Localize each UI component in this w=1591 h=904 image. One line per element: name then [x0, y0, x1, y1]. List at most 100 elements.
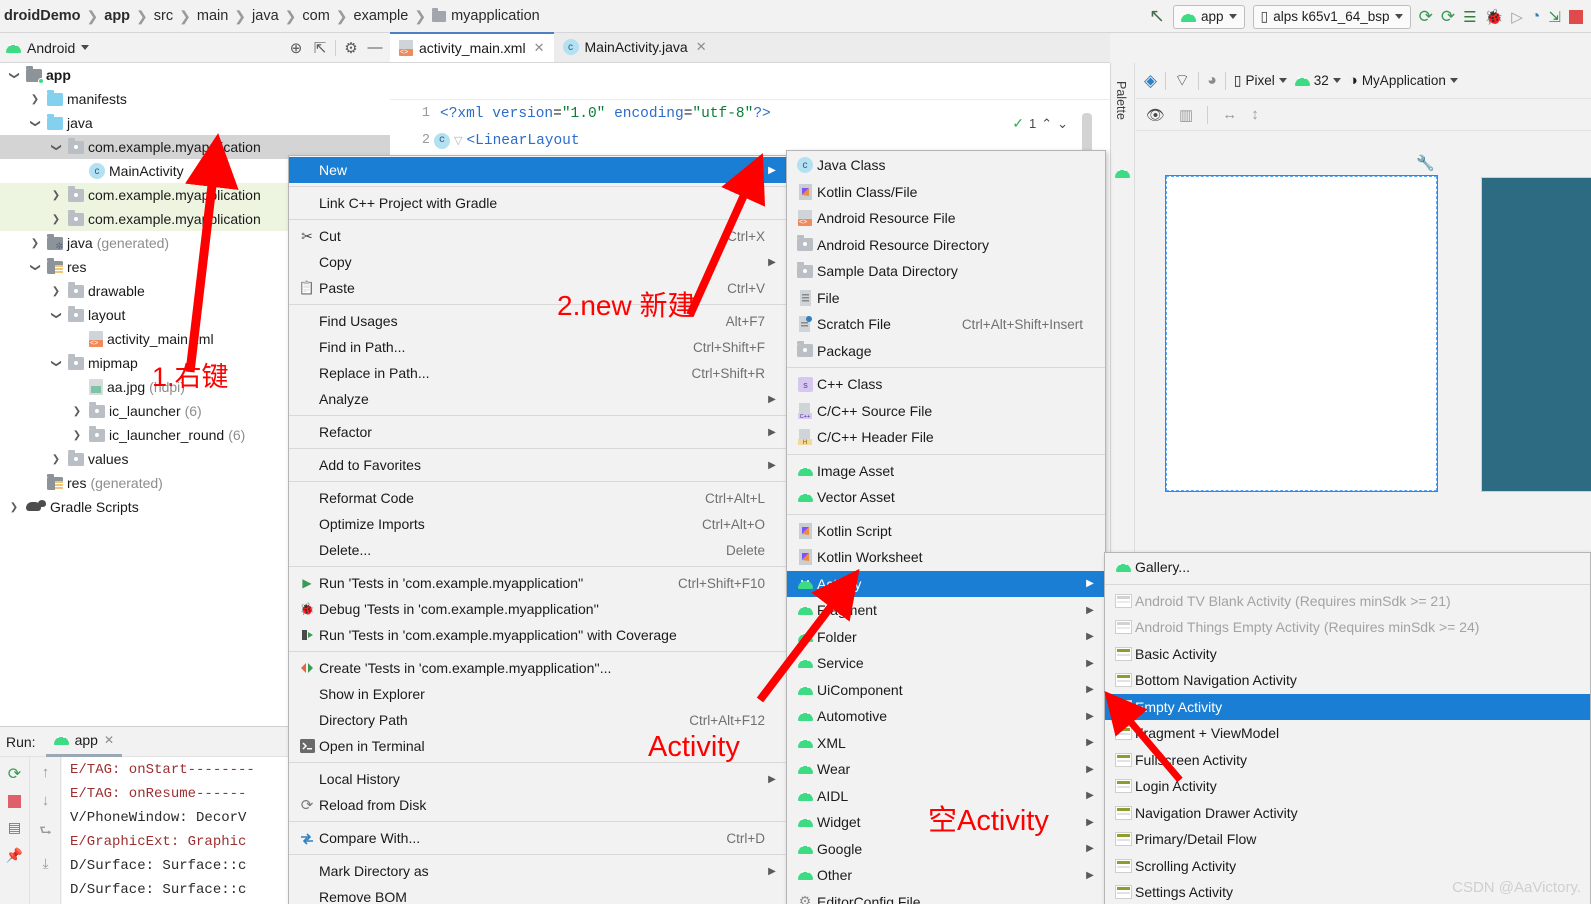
device-selector[interactable]: ▯ alps k65v1_64_bsp	[1252, 4, 1411, 29]
twisty-right-icon[interactable]	[48, 454, 64, 465]
twisty-down-icon[interactable]	[48, 358, 64, 369]
menu-item-kotlin-worksheet[interactable]: Kotlin Worksheet	[787, 544, 1105, 571]
close-icon[interactable]: ✕	[696, 39, 707, 55]
menu-item-c-c-header-file[interactable]: H C/C++ Header File	[787, 424, 1105, 451]
breadcrumb-item-example[interactable]: example	[354, 8, 409, 24]
menu-item-create-tests-in-com-example-myapplicatio[interactable]: Create 'Tests in 'com.example.myapplicat…	[289, 655, 787, 681]
twisty-right-icon[interactable]	[27, 238, 43, 249]
stop-icon[interactable]	[8, 795, 21, 808]
breadcrumb-item-app[interactable]: app	[104, 8, 130, 24]
menu-item-find-usages[interactable]: Find Usages Alt+F7	[289, 308, 787, 334]
apply-changes-icon[interactable]: ☰	[1463, 8, 1476, 26]
up-icon[interactable]: ↑	[42, 764, 50, 781]
menu-item-cut[interactable]: ✂ Cut Ctrl+X	[289, 223, 787, 249]
menu-item-replace-in-path[interactable]: Replace in Path... Ctrl+Shift+R	[289, 360, 787, 386]
stop-icon[interactable]	[1569, 9, 1583, 24]
menu-item-scrolling-activity[interactable]: Scrolling Activity	[1105, 853, 1590, 880]
menu-item-open-in-terminal[interactable]: Open in Terminal	[289, 733, 787, 759]
menu-item-local-history[interactable]: Local History ▶	[289, 766, 787, 792]
twisty-right-icon[interactable]	[27, 94, 43, 105]
menu-item-fullscreen-activity[interactable]: Fullscreen Activity	[1105, 747, 1590, 774]
menu-item-reload-from-disk[interactable]: ⟳ Reload from Disk	[289, 792, 787, 818]
twisty-right-icon[interactable]	[69, 406, 85, 417]
menu-item-service[interactable]: Service ▶	[787, 650, 1105, 677]
menu-item-mark-directory-as[interactable]: Mark Directory as ▶	[289, 858, 787, 884]
menu-item-run-tests-in-com-example-myapplication-w[interactable]: Run 'Tests in 'com.example.myapplication…	[289, 622, 787, 648]
wrench-icon[interactable]: 🔧	[1416, 154, 1435, 172]
menu-item-uicomponent[interactable]: UiComponent ▶	[787, 677, 1105, 704]
menu-item-java-class[interactable]: c Java Class	[787, 152, 1105, 179]
scroll-to-end-icon[interactable]: ⤓	[42, 855, 48, 872]
menu-item-delete[interactable]: Delete... Delete	[289, 537, 787, 563]
device-render-surface[interactable]	[1165, 175, 1438, 492]
close-icon[interactable]: ✕	[104, 733, 114, 747]
menu-item-compare-with[interactable]: Compare With... Ctrl+D	[289, 825, 787, 851]
breadcrumb-item-com[interactable]: com	[302, 8, 329, 24]
twisty-down-icon[interactable]	[48, 310, 64, 321]
menu-item-basic-activity[interactable]: Basic Activity	[1105, 641, 1590, 668]
menu-item-package[interactable]: Package	[787, 338, 1105, 365]
menu-item-link-c-project-with-gradle[interactable]: Link C++ Project with Gradle	[289, 190, 787, 216]
breadcrumb-item-src[interactable]: src	[154, 8, 173, 24]
twisty-right-icon[interactable]	[48, 214, 64, 225]
menu-item-kotlin-class-file[interactable]: Kotlin Class/File	[787, 179, 1105, 206]
menu-item-activity[interactable]: Activity ▶	[787, 570, 1105, 597]
menu-item-google[interactable]: Google ▶	[787, 836, 1105, 863]
menu-item-wear[interactable]: Wear ▶	[787, 756, 1105, 783]
twisty-right-icon[interactable]	[48, 286, 64, 297]
run-device-icon[interactable]: ⇲	[1548, 8, 1561, 26]
api-level-dropdown[interactable]: 32	[1294, 73, 1341, 88]
collapse-all-icon[interactable]: ⇱	[311, 39, 329, 57]
orientation-icon[interactable]: ⌔	[1174, 70, 1190, 91]
arrow-up-left-icon[interactable]: ↖	[1149, 7, 1165, 26]
chevron-down-icon[interactable]: ⌄	[1057, 116, 1068, 132]
menu-item-android-resource-directory[interactable]: Android Resource Directory	[787, 232, 1105, 259]
menu-item-remove-bom[interactable]: Remove BOM	[289, 884, 787, 904]
pin-icon[interactable]: 📌	[6, 847, 23, 864]
menu-item-folder[interactable]: Folder ▶	[787, 624, 1105, 651]
context-menu[interactable]: New ▶ Link C++ Project with Gradle ✂ Cut Ctrl…	[288, 155, 788, 904]
theme-preview-icon[interactable]: ◕	[1207, 72, 1217, 90]
menu-item-gallery[interactable]: Gallery...	[1105, 554, 1590, 581]
menu-item-editorconfig-file[interactable]: ⚙ EditorConfig File	[787, 889, 1105, 904]
menu-item-copy[interactable]: Copy ▶	[289, 249, 787, 275]
menu-item-fragment-viewmodel[interactable]: Fragment + ViewModel	[1105, 720, 1590, 747]
menu-item-file[interactable]: File	[787, 285, 1105, 312]
fold-handle-icon[interactable]: ▽	[450, 134, 466, 148]
menu-item-reformat-code[interactable]: Reformat Code Ctrl+Alt+L	[289, 485, 787, 511]
menu-item-c-c-source-file[interactable]: C++ C/C++ Source File	[787, 398, 1105, 425]
rerun-icon[interactable]: ⟳	[8, 764, 21, 784]
locate-icon[interactable]: ⊕	[287, 39, 305, 57]
down-icon[interactable]: ↓	[42, 792, 50, 809]
theme-dropdown[interactable]: ◑ MyApplication	[1349, 72, 1458, 89]
menu-item-directory-path[interactable]: Directory Path Ctrl+Alt+F12	[289, 707, 787, 733]
inspection-status-widget[interactable]: ✓ 1 ⌃ ⌄	[1012, 115, 1068, 132]
menu-item-paste[interactable]: 📋 Paste Ctrl+V	[289, 275, 787, 301]
menu-item-add-to-favorites[interactable]: Add to Favorites ▶	[289, 452, 787, 478]
debug-icon[interactable]: 🐞	[1485, 8, 1504, 26]
layout-icon[interactable]: ▤	[8, 819, 21, 836]
tab-mainactivity-java[interactable]: c MainActivity.java ✕	[554, 32, 716, 62]
breadcrumb-item-java[interactable]: java	[252, 8, 279, 24]
twisty-right-icon[interactable]	[69, 430, 85, 441]
activity-submenu[interactable]: Gallery... Android TV Blank Activity (Req…	[1104, 552, 1591, 904]
twisty-down-icon[interactable]	[6, 70, 22, 81]
menu-item-vector-asset[interactable]: Vector Asset	[787, 484, 1105, 511]
menu-item-xml[interactable]: XML ▶	[787, 730, 1105, 757]
java-class-gutter-icon[interactable]: c	[434, 132, 450, 149]
module-selector[interactable]: app	[1172, 4, 1245, 29]
run-tab-app[interactable]: app ✕	[45, 727, 122, 757]
run-icon[interactable]: ⟳	[1419, 7, 1433, 27]
twisty-down-icon[interactable]	[27, 262, 43, 273]
twisty-down-icon[interactable]	[27, 118, 43, 129]
twisty-down-icon[interactable]	[48, 142, 64, 153]
menu-item-scratch-file[interactable]: Scratch File Ctrl+Alt+Shift+Insert	[787, 311, 1105, 338]
menu-item-aidl[interactable]: AIDL ▶	[787, 783, 1105, 810]
menu-item-c-class[interactable]: s C++ Class	[787, 371, 1105, 398]
attach-debugger-icon[interactable]: ▷	[1511, 8, 1523, 26]
menu-item-android-resource-file[interactable]: <> Android Resource File	[787, 205, 1105, 232]
menu-item-other[interactable]: Other ▶	[787, 862, 1105, 889]
menu-item-automotive[interactable]: Automotive ▶	[787, 703, 1105, 730]
blueprint-render-surface[interactable]	[1481, 177, 1591, 492]
profiler-icon[interactable]: ◔	[1531, 8, 1541, 26]
